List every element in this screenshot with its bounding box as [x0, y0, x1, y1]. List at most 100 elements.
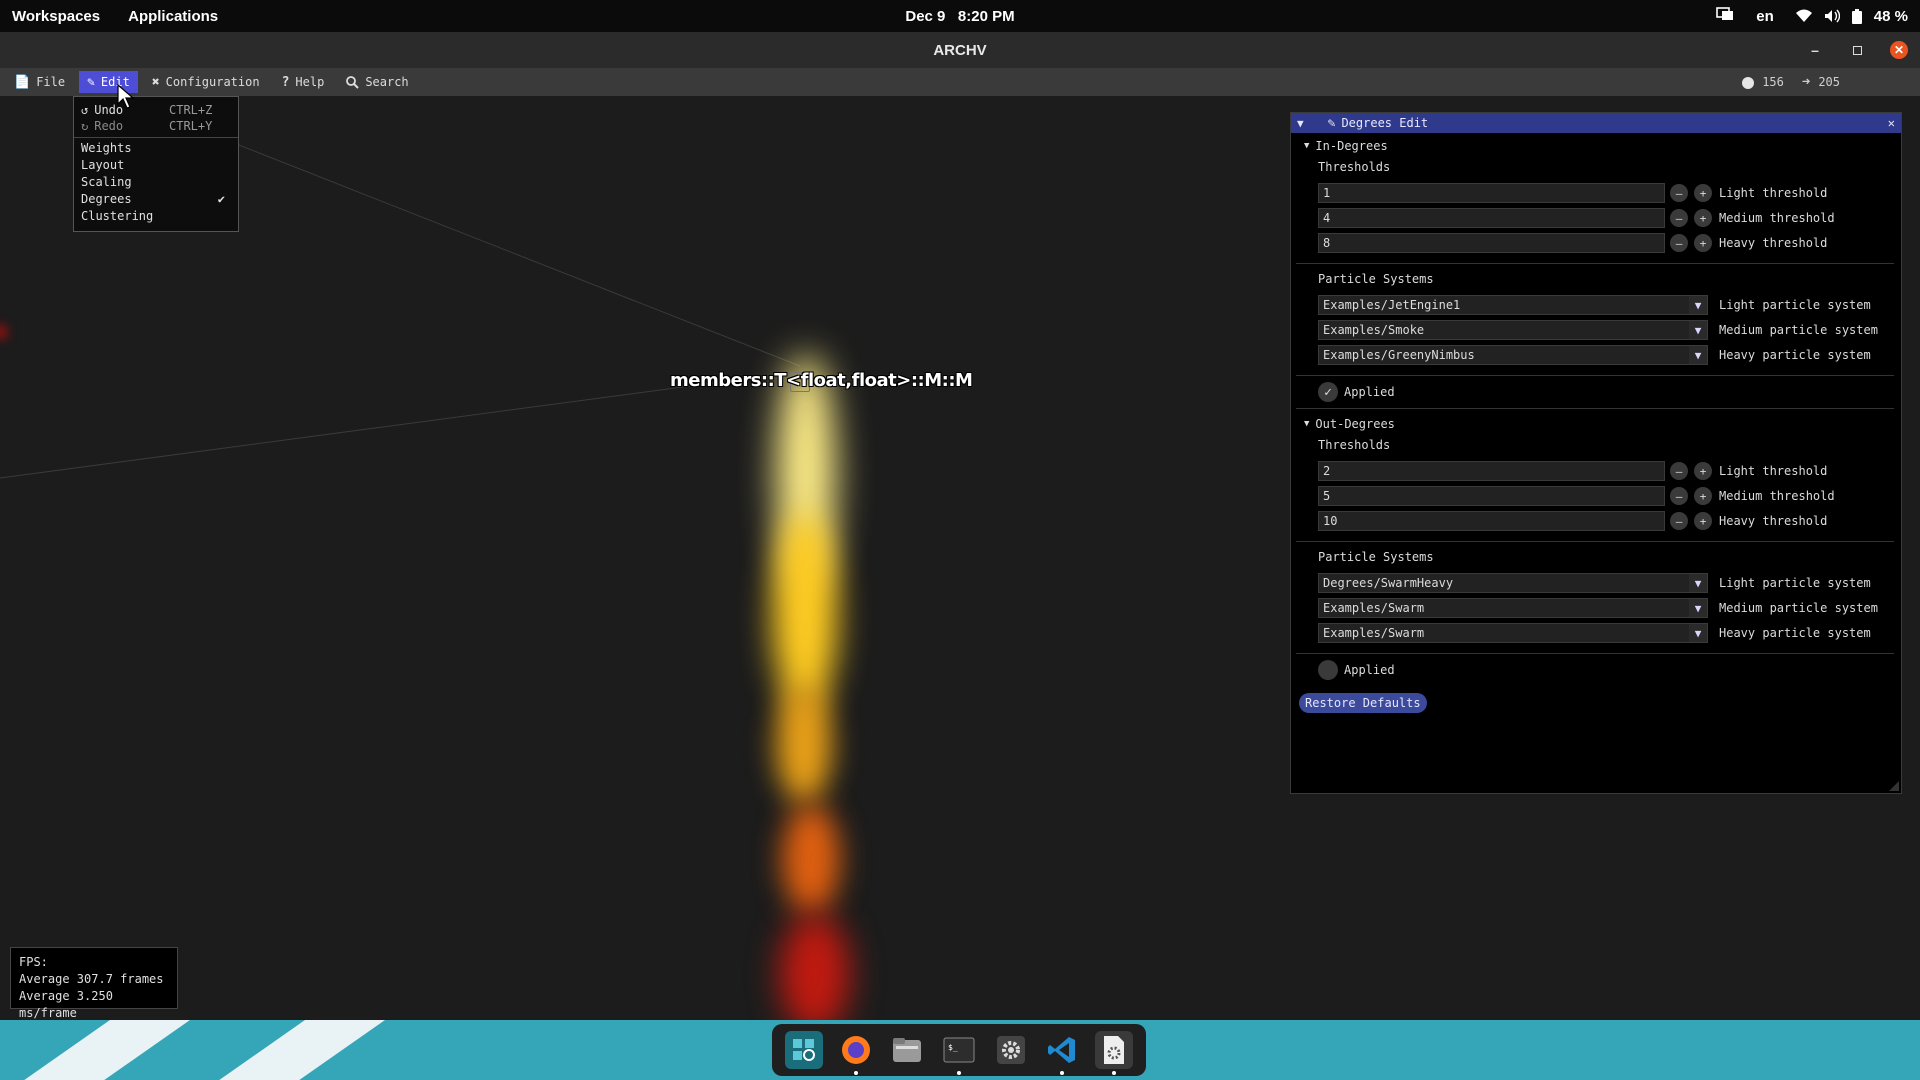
flame-red: [780, 914, 850, 1020]
dock: $_: [772, 1024, 1146, 1076]
redo-label: Redo: [94, 119, 124, 133]
menu-item-layout[interactable]: Layout: [81, 158, 124, 172]
applications-button[interactable]: Applications: [128, 8, 218, 25]
undo-shortcut: CTRL+Z: [169, 103, 213, 117]
graph-stats: 156 ➜ 205: [1742, 68, 1840, 96]
in-heavy-threshold-input[interactable]: 8: [1318, 233, 1665, 253]
out-light-particle-value: Degrees/SwarmHeavy: [1323, 576, 1454, 590]
clock-date: Dec 9: [905, 7, 946, 25]
degrees-edit-titlebar[interactable]: ▼ ✎ Degrees Edit ✕: [1291, 113, 1901, 133]
menu-item-weights[interactable]: Weights: [81, 141, 132, 155]
in-heavy-threshold-label: Heavy threshold: [1719, 236, 1828, 250]
in-medium-increment[interactable]: +: [1694, 209, 1712, 227]
menu-item-degrees[interactable]: Degrees ✔: [81, 192, 231, 206]
menu-file-label: File: [36, 75, 66, 89]
restore-defaults-button[interactable]: Restore Defaults: [1299, 693, 1427, 713]
in-applied-label: Applied: [1344, 385, 1395, 399]
separator: [1296, 653, 1894, 654]
dropdown-arrow-icon: ▼: [1689, 624, 1707, 642]
firefox-icon[interactable]: [837, 1031, 875, 1075]
out-light-threshold-input[interactable]: 2: [1318, 461, 1665, 481]
graph-edge: [0, 381, 721, 479]
out-heavy-increment[interactable]: +: [1694, 512, 1712, 530]
out-medium-decrement[interactable]: –: [1670, 487, 1688, 505]
out-light-particle-select[interactable]: Degrees/SwarmHeavy ▼: [1318, 573, 1708, 593]
running-indicator: [1112, 1071, 1117, 1075]
out-heavy-threshold-input[interactable]: 10: [1318, 511, 1665, 531]
in-heavy-particle-select[interactable]: Examples/GreenyNimbus ▼: [1318, 345, 1708, 365]
graph-edge: [215, 135, 801, 367]
fps-label: FPS:: [19, 955, 48, 969]
menu-item-redo[interactable]: ↻ Redo CTRL+Y: [81, 119, 212, 133]
terminal-icon[interactable]: $_: [940, 1031, 978, 1075]
in-degrees-label: In-Degrees: [1315, 139, 1388, 153]
language-indicator[interactable]: en: [1756, 8, 1774, 25]
in-medium-threshold-input[interactable]: 4: [1318, 208, 1665, 228]
degrees-label: Degrees: [81, 192, 132, 206]
in-heavy-increment[interactable]: +: [1694, 234, 1712, 252]
out-applied-checkbox[interactable]: [1318, 660, 1338, 680]
in-applied-checkbox[interactable]: ✓: [1318, 382, 1338, 402]
in-degrees-header[interactable]: ▼ In-Degrees: [1304, 139, 1388, 153]
out-medium-particle-value: Examples/Swarm: [1323, 601, 1425, 615]
out-medium-threshold-input[interactable]: 5: [1318, 486, 1665, 506]
menu-separator: [74, 137, 238, 138]
out-heavy-particle-select[interactable]: Examples/Swarm ▼: [1318, 623, 1708, 643]
out-light-decrement[interactable]: –: [1670, 462, 1688, 480]
fps-ms: Average 3.250 ms/frame: [19, 989, 113, 1020]
resize-grip-icon[interactable]: [1889, 781, 1899, 791]
fps-overlay: FPS: Average 307.7 frames Average 3.250 …: [10, 947, 178, 1020]
collapse-arrow-icon[interactable]: ▼: [1297, 117, 1304, 130]
window-titlebar[interactable]: ARCHV – ✕: [0, 32, 1920, 68]
in-medium-decrement[interactable]: –: [1670, 209, 1688, 227]
tree-open-icon: ▼: [1304, 141, 1310, 151]
wallpaper-stripe: [190, 1020, 400, 1080]
close-button[interactable]: ✕: [1890, 41, 1908, 59]
menu-item-clustering[interactable]: Clustering: [81, 209, 153, 223]
pencil-icon: ✎: [87, 74, 95, 90]
menu-configuration[interactable]: ✖ Configuration: [144, 71, 268, 93]
settings-icon[interactable]: [992, 1031, 1030, 1069]
in-light-increment[interactable]: +: [1694, 184, 1712, 202]
in-light-particle-select[interactable]: Examples/JetEngine1 ▼: [1318, 295, 1708, 315]
node-icon: [1742, 76, 1755, 89]
in-medium-particle-select[interactable]: Examples/Smoke ▼: [1318, 320, 1708, 340]
out-heavy-threshold-label: Heavy threshold: [1719, 514, 1828, 528]
out-medium-threshold-label: Medium threshold: [1719, 489, 1835, 503]
in-heavy-decrement[interactable]: –: [1670, 234, 1688, 252]
menu-search-label: Search: [365, 75, 409, 89]
menu-file[interactable]: 📄 File: [6, 71, 73, 93]
redo-shortcut: CTRL+Y: [169, 119, 213, 133]
particle-system-jet: [746, 354, 866, 1020]
archv-app-icon[interactable]: [1095, 1031, 1134, 1075]
screen-icon[interactable]: [1716, 7, 1734, 25]
out-heavy-decrement[interactable]: –: [1670, 512, 1688, 530]
battery-icon: [1851, 8, 1862, 24]
out-particle-systems-label: Particle Systems: [1318, 550, 1434, 564]
out-medium-increment[interactable]: +: [1694, 487, 1712, 505]
in-light-threshold-input[interactable]: 1: [1318, 183, 1665, 203]
pencil-icon: ✎: [1327, 115, 1336, 131]
menu-help[interactable]: ? Help: [274, 71, 333, 93]
separator: [1296, 263, 1894, 264]
workspaces-button[interactable]: Workspaces: [12, 8, 100, 25]
menu-configuration-label: Configuration: [165, 75, 260, 89]
menu-search[interactable]: Search: [338, 71, 416, 93]
out-medium-particle-select[interactable]: Examples/Swarm ▼: [1318, 598, 1708, 618]
window-title: ARCHV: [933, 41, 987, 59]
search-app-icon[interactable]: [784, 1031, 823, 1069]
maximize-button[interactable]: [1848, 41, 1866, 59]
status-area[interactable]: 48 %: [1795, 8, 1908, 25]
tree-open-icon: ▼: [1304, 419, 1310, 429]
out-light-increment[interactable]: +: [1694, 462, 1712, 480]
close-icon[interactable]: ✕: [1888, 116, 1895, 130]
out-degrees-header[interactable]: ▼ Out-Degrees: [1304, 417, 1395, 431]
vscode-icon[interactable]: [1043, 1031, 1081, 1075]
clock[interactable]: Dec 9 8:20 PM: [0, 8, 1920, 25]
node-label: members::T<float,float>::M::M: [670, 370, 973, 391]
files-icon[interactable]: [888, 1031, 926, 1069]
out-applied-label: Applied: [1344, 663, 1395, 677]
minimize-button[interactable]: –: [1806, 41, 1824, 59]
in-light-decrement[interactable]: –: [1670, 184, 1688, 202]
menu-item-scaling[interactable]: Scaling: [81, 175, 132, 189]
